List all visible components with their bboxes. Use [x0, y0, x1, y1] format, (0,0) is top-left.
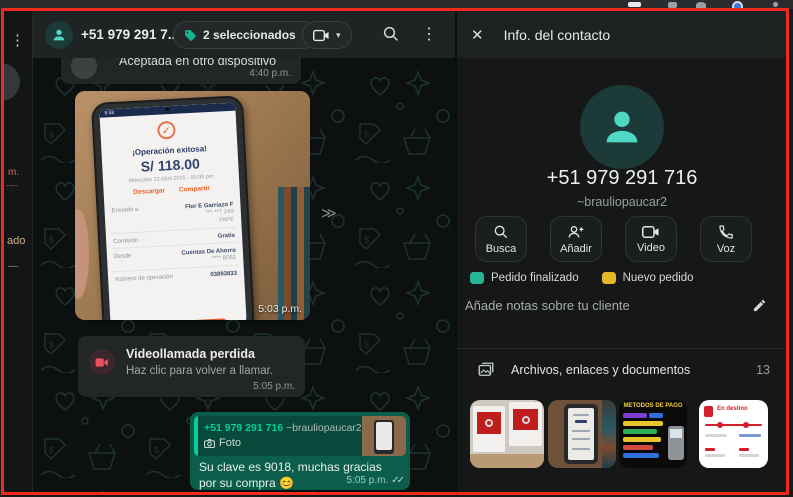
system-message-bubble[interactable]: Aceptada en otro dispositivo 4:40 p.m.: [61, 58, 301, 84]
media-thumbnail-tracking[interactable]: En destino: [699, 400, 768, 468]
success-check-icon: ✓: [157, 121, 176, 140]
video-camera-icon: [313, 29, 330, 42]
tag-color-swatch[interactable]: [602, 272, 616, 284]
extension-icon[interactable]: [628, 2, 641, 7]
receipt-details: Enviado aFlor E Garriazo F *** **7 249 Y…: [109, 199, 239, 284]
receipt-button: [130, 318, 228, 320]
chat-list-fragment: —: [8, 261, 18, 272]
chat-menu-icon[interactable]: ⋮: [421, 24, 437, 44]
quoted-message[interactable]: +51 979 291 716 ~brauliopaucar2 Foto: [194, 416, 406, 456]
browser-toolbar-sliver: [0, 0, 793, 9]
chevron-down-icon: ▾: [336, 30, 341, 41]
media-count: 13: [756, 363, 770, 377]
extension-icon[interactable]: [696, 2, 706, 8]
person-add-icon: [567, 224, 585, 240]
message-area: $ Aceptada en otro dispositivo 4:40 p.m.: [33, 58, 455, 493]
contact-profile-avatar[interactable]: [580, 85, 664, 169]
chat-list-sliver: ⋮ m. ----- ado —: [4, 11, 33, 493]
person-icon: [599, 104, 645, 150]
search-icon: [493, 224, 509, 240]
forward-icon[interactable]: ≫: [321, 204, 337, 222]
tag-label[interactable]: Nuevo pedido: [623, 272, 694, 284]
receipt-download-link: Descargar: [133, 187, 165, 196]
conversation-pane: +51 979 291 7... 2 seleccionados ▾ ▾ ⋮: [33, 11, 455, 493]
chat-list-menu-icon[interactable]: ⋮: [10, 31, 25, 49]
receipt-share-link: Compartir: [179, 185, 210, 194]
missed-call-subtitle: Haz clic para volver a llamar.: [126, 365, 273, 377]
chat-list-fragment: -----: [6, 183, 18, 190]
chat-header[interactable]: +51 979 291 7... 2 seleccionados ▾ ▾ ⋮: [33, 11, 455, 58]
quoted-kind: Foto: [219, 437, 241, 449]
browser-menu-icon[interactable]: [773, 2, 778, 7]
add-contact-button[interactable]: Añadir: [550, 216, 602, 262]
label-tag-icon: [184, 29, 197, 42]
chat-list-avatar[interactable]: [4, 63, 20, 101]
quoted-username: ~brauliopaucar2: [286, 422, 362, 434]
chat-list-fragment: ado: [7, 235, 25, 247]
extension-icon[interactable]: [668, 2, 677, 8]
tag-color-swatch[interactable]: [470, 272, 484, 284]
message-text: Aceptada en otro dispositivo: [119, 58, 276, 68]
whatsapp-app: ⋮ m. ----- ado — +51 979 291 7... 2 sele…: [4, 11, 787, 493]
contact-info-panel: ✕ Info. del contacto +51 979 291 716 ~br…: [455, 11, 787, 493]
media-thumbnail-payment-methods[interactable]: METODOS DE PAGO: [619, 400, 687, 468]
missed-call-title: Videollamada perdida: [126, 347, 255, 361]
person-icon: [51, 27, 67, 43]
label-tags: Pedido finalizado Nuevo pedido: [470, 272, 710, 284]
quoted-sender: +51 979 291 716: [204, 422, 283, 434]
payment-methods-title: METODOS DE PAGO: [619, 403, 687, 409]
tracking-status-title: En destino: [717, 406, 748, 412]
message-time: 5:05 p.m.: [347, 475, 389, 486]
outgoing-message[interactable]: +51 979 291 716 ~brauliopaucar2 Foto Su …: [190, 412, 410, 490]
missed-videocall-icon: [89, 349, 115, 375]
photo-shelf: [278, 187, 310, 320]
quoted-thumbnail: [362, 416, 406, 456]
call-icon: [71, 58, 97, 79]
message-time: 4:40 p.m.: [249, 68, 291, 79]
video-camera-icon: [642, 225, 660, 239]
tag-label[interactable]: Pedido finalizado: [491, 272, 579, 284]
contact-username: ~brauliopaucar2: [457, 195, 787, 209]
client-notes-field[interactable]: Añade notas sobre tu cliente: [465, 298, 767, 313]
camera-icon: [204, 439, 215, 448]
media-section-row[interactable]: Archivos, enlaces y documentos 13: [477, 361, 770, 379]
photo-phone: 9:58 ✓ ¡Operación exitosa! S/ 118.00 Mié…: [91, 95, 255, 320]
panel-header: ✕ Info. del contacto: [457, 11, 787, 58]
message-time: 5:05 p.m.: [253, 381, 295, 392]
missed-call-message[interactable]: Videollamada perdida Haz clic para volve…: [78, 336, 305, 397]
section-divider: [457, 348, 787, 349]
notes-placeholder: Añade notas sobre tu cliente: [465, 298, 630, 313]
phone-icon: [718, 224, 734, 240]
media-section-title: Archivos, enlaces y documentos: [511, 363, 740, 377]
search-icon[interactable]: [382, 25, 400, 48]
contact-avatar[interactable]: [45, 21, 73, 49]
labels-dropdown[interactable]: 2 seleccionados ▾: [173, 21, 317, 49]
chat-list-fragment: m.: [8, 167, 19, 178]
labels-dropdown-text: 2 seleccionados: [203, 28, 296, 42]
voice-call-button[interactable]: Voz: [700, 216, 752, 262]
pencil-icon[interactable]: [752, 298, 767, 313]
media-thumbnail-jewelry[interactable]: [470, 400, 544, 468]
media-files-icon: [477, 361, 495, 379]
contact-phone: +51 979 291 716: [457, 167, 787, 190]
close-icon[interactable]: ✕: [471, 26, 484, 44]
message-time: 5:03 p.m.: [258, 303, 302, 315]
video-call-button[interactable]: Video: [625, 216, 677, 262]
delivered-checks-icon: ✓✓: [391, 475, 402, 486]
video-call-button[interactable]: ▾: [302, 21, 352, 49]
chat-title[interactable]: +51 979 291 7...: [81, 27, 179, 42]
media-thumbnail-receipt[interactable]: [548, 400, 616, 468]
whatsapp-window: ⋮ m. ----- ado — +51 979 291 7... 2 sele…: [0, 0, 793, 497]
browser-profile-icon[interactable]: [732, 1, 743, 9]
photo-message[interactable]: 9:58 ✓ ¡Operación exitosa! S/ 118.00 Mié…: [75, 91, 310, 320]
search-in-chat-button[interactable]: Busca: [475, 216, 527, 262]
panel-title: Info. del contacto: [504, 27, 611, 43]
